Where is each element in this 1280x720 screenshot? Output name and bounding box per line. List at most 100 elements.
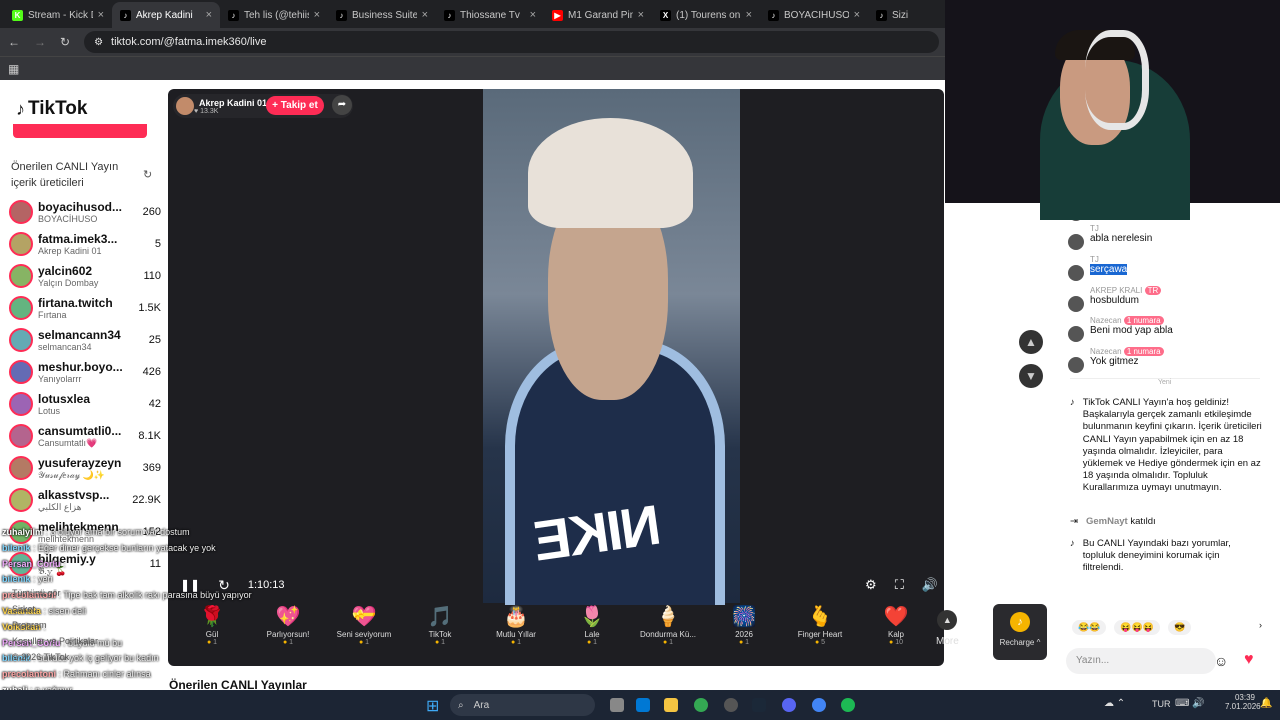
chat-message[interactable]: Nazecan 1 numara Beni mod yap abla [1068, 316, 1268, 342]
sidebar-footer-link[interactable]: Şirket [12, 604, 35, 614]
windows-start-icon[interactable]: ⊞ [426, 696, 439, 716]
chat-username[interactable]: Nazecan [1090, 316, 1122, 325]
creator-item[interactable]: meshur.boyo... Yanıyolarrr 426 [9, 356, 161, 388]
network-volume-icon[interactable]: ⌨ 🔊 [1175, 698, 1205, 709]
chrome-profile-icon[interactable] [812, 698, 826, 712]
recharge-button[interactable]: ♪ Recharge ^ [993, 604, 1047, 660]
spotify-icon[interactable] [841, 698, 855, 712]
taskbar-search[interactable]: ⌕ Ara [450, 694, 595, 716]
gift-item[interactable]: 💝 Seni seviyorum ● 1 [326, 604, 402, 664]
creator-item[interactable]: selmancann34 selmancan34 25 [9, 324, 161, 356]
browser-tab[interactable]: ♪ Akrep Kadini × [112, 2, 220, 28]
steam-icon[interactable] [752, 698, 766, 712]
store-icon[interactable] [636, 698, 650, 712]
gift-item[interactable]: 🎵 TikTok ● 1 [402, 604, 478, 664]
task-view-icon[interactable] [610, 698, 624, 712]
sidebar-footer-link[interactable]: Tümünü gör [12, 588, 61, 598]
tray-icons[interactable]: ☁ ⌃ [1104, 698, 1125, 709]
reaction-emoji[interactable]: 😎 [1168, 620, 1192, 635]
browser-tab[interactable]: ♪ Teh lis (@tehiis78 × [220, 2, 328, 28]
creator-item[interactable]: boyacihusod... BOYACİHUSO 260 [9, 196, 161, 228]
browser-tab[interactable]: K Stream - Kick Das × [4, 2, 112, 28]
sidebar-footer-link[interactable]: Koşullar ve Politikalar [12, 636, 98, 646]
reaction-emoji[interactable]: 😝😝😝 [1114, 620, 1161, 635]
file-explorer-icon[interactable] [664, 698, 678, 712]
chat-avatar[interactable] [1068, 265, 1084, 281]
close-icon[interactable]: × [854, 9, 860, 21]
gift-item[interactable]: 💖 Parlıyorsun! ● 1 [250, 604, 326, 664]
chat-message[interactable]: TJ serçawa [1068, 255, 1268, 281]
clock[interactable]: 03:39 7.01.2026 [1225, 693, 1261, 711]
browser-tab[interactable]: ♪ BOYACİHUSO (@ × [760, 2, 868, 28]
close-icon[interactable]: × [746, 9, 752, 21]
close-icon[interactable]: × [530, 9, 536, 21]
creator-item[interactable]: fatma.imek3... Akrep Kadini 01 5 [9, 228, 161, 260]
chevron-up-icon[interactable]: ▲ [1019, 330, 1043, 354]
gift-item[interactable]: ❤️ Kalp ● 10 [858, 604, 934, 664]
creator-item[interactable]: cansumtatli0... Cansumtatlı💗 8.1K [9, 420, 161, 452]
sidebar-footer-link[interactable]: © 2026 TikTok [12, 652, 69, 662]
emoji-icon[interactable]: ☺ [1214, 653, 1228, 669]
close-icon[interactable]: × [206, 9, 212, 21]
more-gifts[interactable]: ▲ More [936, 610, 959, 647]
quick-reactions: 😂😂 😝😝😝 😎 › [1072, 620, 1262, 635]
gift-item[interactable]: 🍦 Dondurma Kü... ● 1 [630, 604, 706, 664]
gift-item[interactable]: 🌷 Lale ● 1 [554, 604, 630, 664]
sidebar-footer-link[interactable]: Program [12, 620, 47, 630]
url-field[interactable]: ⚙ tiktok.com/@fatma.imek360/live [84, 31, 939, 53]
chat-avatar[interactable] [1068, 296, 1084, 312]
browser-tab[interactable]: X (1) Tourens on X: × [652, 2, 760, 28]
chat-message[interactable]: Nazecan 1 numara Yok gitmez [1068, 347, 1268, 373]
chat-username[interactable]: AKREP KRALI [1090, 286, 1142, 295]
gift-item[interactable]: 🎂 Mutlu Yıllar ● 1 [478, 604, 554, 664]
like-heart-icon[interactable]: ♥ [1244, 651, 1254, 669]
follow-button[interactable]: + Takip et [266, 96, 324, 115]
settings-icon[interactable]: ⚙ [865, 577, 877, 593]
share-icon[interactable]: ➦ [332, 95, 352, 115]
chat-message[interactable]: TJ abla nerelesin [1068, 224, 1268, 250]
volume-icon[interactable]: 🔊 [922, 577, 938, 593]
language-indicator[interactable]: TUR [1152, 699, 1171, 709]
creator-item[interactable]: lotusxlea Lotus 42 [9, 388, 161, 420]
close-icon[interactable]: × [638, 9, 644, 21]
apps-grid-icon[interactable]: ▦ [8, 62, 19, 76]
creator-item[interactable]: yusuferayzeyn 𝒴𝓊𝓈𝓊𝒻𝑒𝓇𝒶𝓎 🌙✨ 369 [9, 452, 161, 484]
chat-avatar[interactable] [1068, 234, 1084, 250]
browser-tab[interactable]: ▶ M1 Garand Ping × [544, 2, 652, 28]
browser-tab[interactable]: ♪ Thiossane Tv × [436, 2, 544, 28]
discord-icon[interactable] [782, 698, 796, 712]
refresh-icon[interactable]: ↻ [143, 168, 152, 181]
chat-input[interactable]: Yazın... [1066, 648, 1216, 674]
chat-username[interactable]: TJ [1090, 255, 1099, 264]
creator-item[interactable]: alkasstvsp... هزاع الكلبي 22.9K [9, 484, 161, 516]
app-icon[interactable] [724, 698, 738, 712]
gift-item[interactable]: 🎆 2026 ● 1 [706, 604, 782, 664]
forward-icon[interactable]: → [34, 35, 46, 49]
back-icon[interactable]: ← [8, 35, 20, 49]
chevron-right-icon[interactable]: › [1259, 620, 1262, 635]
site-info-icon[interactable]: ⚙ [94, 37, 103, 48]
reaction-emoji[interactable]: 😂😂 [1072, 620, 1107, 635]
chat-message[interactable]: AKREP KRALI TR hosbuldum [1068, 286, 1268, 312]
host-info[interactable]: Akrep Kadini 01 ♥ 13.3K [173, 94, 353, 118]
gift-item[interactable]: 🌹 Gül ● 1 [174, 604, 250, 664]
creator-item[interactable]: yalcin602 Yalçın Dombay 110 [9, 260, 161, 292]
chevron-down-icon[interactable]: ▼ [1019, 364, 1043, 388]
chat-avatar[interactable] [1068, 326, 1084, 342]
close-icon[interactable]: × [314, 9, 320, 21]
creator-item[interactable]: firtana.twitch Fırtana 1.5K [9, 292, 161, 324]
chat-avatar[interactable] [1068, 357, 1084, 373]
tiktok-logo[interactable]: ♪ TikTok [16, 98, 87, 120]
close-icon[interactable]: × [98, 9, 104, 21]
close-icon[interactable]: × [422, 9, 428, 21]
joined-user[interactable]: GemNayt [1086, 516, 1128, 527]
chat-username[interactable]: TJ [1090, 224, 1099, 233]
chat-username[interactable]: Nazecan [1090, 347, 1122, 356]
fullscreen-icon[interactable]: ⛶ [895, 577, 904, 593]
notification-icon[interactable]: 🔔 [1260, 698, 1272, 709]
browser-tab[interactable]: ♪ Business Suite | Ti × [328, 2, 436, 28]
reload-icon[interactable]: ↻ [60, 35, 70, 49]
gift-item[interactable]: 🫰 Finger Heart ● 5 [782, 604, 858, 664]
chrome-icon[interactable] [694, 698, 708, 712]
go-live-button[interactable] [13, 124, 147, 138]
